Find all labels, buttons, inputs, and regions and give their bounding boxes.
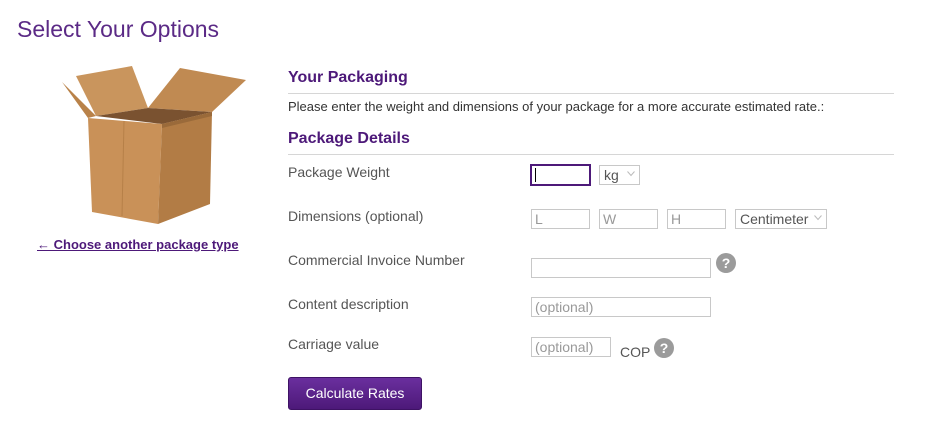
content-description-label: Content description <box>288 296 409 312</box>
your-packaging-heading: Your Packaging <box>288 69 408 86</box>
package-details-heading: Package Details <box>288 130 410 147</box>
carriage-value-input[interactable]: (optional) <box>531 337 611 357</box>
width-placeholder: W <box>603 211 617 227</box>
chevron-down-icon <box>627 171 635 177</box>
calculate-rates-button[interactable]: Calculate Rates <box>288 377 422 410</box>
dimensions-label: Dimensions (optional) <box>288 208 424 224</box>
dimension-unit-select[interactable]: Centimeter <box>735 209 827 229</box>
choose-another-package-link[interactable]: ← Choose another package type <box>37 237 239 252</box>
carriage-value-placeholder: (optional) <box>535 339 594 355</box>
height-placeholder: H <box>671 211 682 227</box>
dimension-unit-value: Centimeter <box>740 211 809 227</box>
content-description-input[interactable]: (optional) <box>531 297 711 317</box>
length-placeholder: L <box>535 211 543 227</box>
weight-unit-select[interactable]: kg <box>599 165 640 185</box>
weight-unit-value: kg <box>604 167 619 183</box>
invoice-help-icon[interactable]: ? <box>716 253 736 273</box>
carriage-value-label: Carriage value <box>288 336 380 352</box>
packaging-intro-text: Please enter the weight and dimensions o… <box>288 99 825 114</box>
divider <box>288 93 894 94</box>
page-title: Select Your Options <box>17 16 220 42</box>
length-input[interactable]: L <box>531 209 590 229</box>
height-input[interactable]: H <box>667 209 726 229</box>
currency-label: COP <box>620 344 651 360</box>
width-input[interactable]: W <box>599 209 658 229</box>
divider <box>288 154 894 155</box>
chevron-down-icon <box>814 215 822 221</box>
box-illustration <box>62 66 246 224</box>
content-description-placeholder: (optional) <box>535 299 594 315</box>
invoice-number-input[interactable] <box>531 258 711 278</box>
text-caret <box>535 168 536 182</box>
package-weight-input[interactable] <box>530 164 591 186</box>
package-weight-label: Package Weight <box>288 164 390 180</box>
invoice-number-label: Commercial Invoice Number <box>288 252 465 268</box>
carriage-help-icon[interactable]: ? <box>654 338 674 358</box>
